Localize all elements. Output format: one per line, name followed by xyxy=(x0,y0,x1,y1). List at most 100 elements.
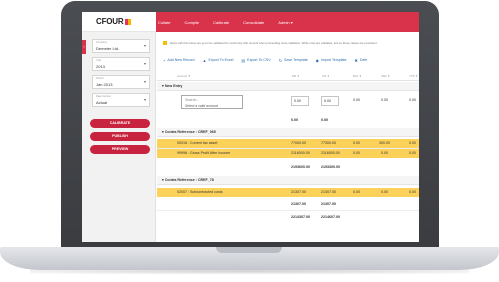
new-entry-bal: 0.00 xyxy=(353,98,360,102)
company-select[interactable]: Company Demeter Ltd. ▾ xyxy=(92,39,150,53)
group-title-text: Contra Reference : CREF_065 xyxy=(164,130,216,134)
col-header-account[interactable]: Account ▼ xyxy=(177,74,191,78)
sidebar-toggle[interactable]: ‹ xyxy=(82,40,86,54)
group-totals-row: 2193600.00 2193300.00 xyxy=(157,163,419,172)
caret-down-icon: ▾ xyxy=(143,61,146,66)
validation-notice: Rows with this colour are yet to be vali… xyxy=(163,38,419,47)
var-cell: 0.00 xyxy=(381,151,388,155)
new-entry-group[interactable]: ▾ New Entry xyxy=(157,82,419,91)
delete-icon: ✖ xyxy=(354,57,358,63)
col-header-dr[interactable]: DR ▼ xyxy=(292,74,300,78)
bal-cell: 0.00 xyxy=(353,190,360,194)
new-entry-totals-row: 0.00 0.00 xyxy=(157,116,419,125)
laptop-notch xyxy=(216,247,282,253)
publish-button[interactable]: PUBLISH xyxy=(90,132,150,141)
cr-cell: 21307.00 xyxy=(321,190,336,194)
cr-cell: 77300.00 xyxy=(321,141,336,145)
account-cell: 02007 : Subcontracted costs xyxy=(177,190,223,194)
export-excel-button[interactable]: ▲ Export To Excel xyxy=(203,58,234,63)
group-total-dr: 21307.00 xyxy=(291,202,306,206)
logo-mark-icon xyxy=(125,18,132,25)
year-select[interactable]: Year 2013 ▾ xyxy=(92,57,150,71)
add-record-button[interactable]: + Add New Record xyxy=(163,58,195,63)
main-nav: Collate Compile Calibrate Consolidate Ad… xyxy=(158,12,307,32)
ytd-cell: 0.00 xyxy=(409,141,416,145)
grand-total-dr: 2214307.00 xyxy=(291,215,310,219)
bal-cell: 0.00 xyxy=(353,141,360,145)
period-value: Jan 2013 xyxy=(96,82,113,87)
cr-cell: 2116000.00 xyxy=(321,151,340,155)
new-entry-title: ▾ New Entry xyxy=(162,84,183,88)
account-search-input[interactable]: Search... Select a valid account xyxy=(181,95,243,109)
export-excel-label: Export To Excel xyxy=(208,58,234,62)
data-version-select[interactable]: Data Version Actual ▾ xyxy=(92,93,150,107)
csv-icon: ▤ xyxy=(241,57,246,63)
new-entry-var: 0.00 xyxy=(381,98,388,102)
caret-down-icon: ▾ xyxy=(143,97,146,102)
group-total-dr: 2193600.00 xyxy=(291,165,310,169)
caret-down-icon: ▾ xyxy=(143,79,146,84)
export-csv-button[interactable]: ▤ Export To CSV xyxy=(241,58,270,63)
bal-cell: 0.00 xyxy=(353,151,360,155)
logo[interactable]: CFOUR xyxy=(82,12,156,32)
dr-input[interactable]: 0.00 xyxy=(291,96,309,106)
data-version-value: Actual xyxy=(96,100,108,105)
group-header-cref-065[interactable]: ▾ Contra Reference : CREF_065 xyxy=(157,128,419,137)
period-select[interactable]: Period Jan 2013 ▾ xyxy=(92,75,150,89)
grand-totals-row: 2214307.00 2214607.00 xyxy=(157,213,419,222)
group-totals-row: 21307.00 21307.00 xyxy=(157,200,419,209)
year-value: 2013 xyxy=(96,64,105,69)
account-cell: 99998 : Gross Profit After Income xyxy=(177,151,231,155)
app-screen: CFOUR Collate Compile Calibrate Consolid… xyxy=(82,12,419,242)
import-template-button[interactable]: ◆ Import Template xyxy=(316,58,347,63)
dr-cell: 2116000.00 xyxy=(291,151,310,155)
new-entry-title-text: New Entry xyxy=(164,84,183,88)
cr-input[interactable]: 0.00 xyxy=(321,96,339,106)
account-cell: 00018 : Current tax asset xyxy=(177,141,218,145)
delete-button[interactable]: ✖ Dele xyxy=(355,58,368,63)
period-label: Period xyxy=(96,77,104,80)
nav-item-consolidate[interactable]: Consolidate xyxy=(243,20,264,25)
search-hint: Select a valid account xyxy=(185,104,218,108)
company-label: Company xyxy=(96,41,108,44)
search-placeholder: Search... xyxy=(185,98,200,102)
group-total-cr: 21307.00 xyxy=(321,202,336,206)
save-template-button[interactable]: ↻ Save Template xyxy=(279,58,308,63)
company-value: Demeter Ltd. xyxy=(96,46,120,51)
excel-icon: ▲ xyxy=(202,57,207,63)
top-bar: CFOUR Collate Compile Calibrate Consolid… xyxy=(82,12,419,32)
main-content: Rows with this colour are yet to be vali… xyxy=(157,32,419,242)
var-cell: 0.00 xyxy=(381,190,388,194)
nav-item-admin[interactable]: Admin ▾ xyxy=(278,20,292,25)
calibrate-button[interactable]: CALIBRATE xyxy=(90,119,150,128)
warning-swatch-icon xyxy=(163,40,167,45)
group-title: ▾ Contra Reference : CREF_065 xyxy=(162,130,216,134)
dr-cell: 21307.00 xyxy=(291,190,306,194)
col-header-bal[interactable]: BAL ▼ xyxy=(353,74,362,78)
plus-icon: + xyxy=(163,57,166,63)
import-icon: ◆ xyxy=(315,57,319,63)
nav-item-collate[interactable]: Collate xyxy=(158,20,170,25)
caret-down-icon: ▾ xyxy=(143,43,146,48)
new-entry-ytd: 0.00 xyxy=(409,98,416,102)
group-total-cr: 2193300.00 xyxy=(321,165,340,169)
group-title: ▾ Contra Reference : CREF_78 xyxy=(162,178,214,182)
nav-item-calibrate[interactable]: Calibrate xyxy=(213,20,229,25)
group-header-cref-78[interactable]: ▾ Contra Reference : CREF_78 xyxy=(157,176,419,185)
add-record-label: Add New Record xyxy=(167,58,195,62)
save-template-label: Save Template xyxy=(284,58,308,62)
nav-item-compile[interactable]: Compile xyxy=(184,20,199,25)
table-row[interactable]: 02007 : Subcontracted costs 21307.00 213… xyxy=(157,188,419,197)
preview-button[interactable]: PREVIEW xyxy=(90,145,150,154)
col-header-cr[interactable]: CR ▼ xyxy=(322,74,330,78)
table-row[interactable]: 99998 : Gross Profit After Income 211600… xyxy=(157,149,419,158)
new-entry-total-cr: 0.00 xyxy=(321,118,328,122)
table-row[interactable]: 00018 : Current tax asset 77000.00 77300… xyxy=(157,139,419,148)
toolbar: + Add New Record ▲ Export To Excel ▤ Exp… xyxy=(163,56,419,64)
table-header: Account ▼ DR ▼ CR ▼ BAL ▼ VAR ▼ YTD ▼ xyxy=(157,72,419,81)
dr-cell: 77000.00 xyxy=(291,141,306,145)
col-header-var[interactable]: VAR ▼ xyxy=(381,74,390,78)
new-entry-total-dr: 0.00 xyxy=(291,118,298,122)
export-csv-label: Export To CSV xyxy=(247,58,271,62)
col-header-ytd[interactable]: YTD ▼ xyxy=(409,74,418,78)
